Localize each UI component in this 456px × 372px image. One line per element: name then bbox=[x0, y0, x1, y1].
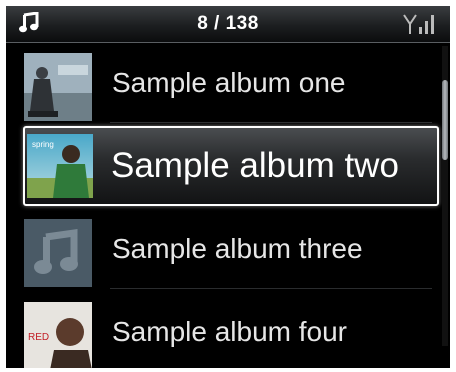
album-art-beach-figure bbox=[24, 53, 92, 121]
list-item-album-two-selected[interactable]: spring Sample album two bbox=[23, 126, 439, 206]
album-title: Sample album four bbox=[112, 316, 348, 347]
cover-text: spring bbox=[32, 140, 54, 149]
divider bbox=[110, 288, 432, 289]
signal-strength-icon bbox=[403, 14, 434, 34]
album-title: Sample album three bbox=[112, 233, 363, 264]
album-art-woman-red-text: RED bbox=[24, 302, 92, 368]
scrollbar-thumb[interactable] bbox=[442, 80, 448, 160]
status-bar: 8 / 138 bbox=[6, 6, 450, 43]
album-art-man-green-jacket: spring bbox=[27, 134, 93, 198]
album-title: Sample album two bbox=[111, 146, 399, 185]
music-player-screen: 8 / 138 Sample album one spring Sample a… bbox=[6, 6, 450, 368]
album-title: Sample album one bbox=[112, 67, 346, 98]
album-list[interactable]: Sample album one spring Sample album two… bbox=[6, 43, 450, 368]
divider bbox=[110, 122, 432, 123]
album-art-placeholder-note bbox=[24, 219, 92, 287]
list-item-album-four[interactable]: RED Sample album four bbox=[6, 292, 438, 368]
cover-text: RED bbox=[28, 332, 49, 343]
list-item-album-three[interactable]: Sample album three bbox=[6, 209, 438, 289]
list-item-album-one[interactable]: Sample album one bbox=[6, 43, 438, 123]
track-position: 8 / 138 bbox=[197, 13, 259, 34]
